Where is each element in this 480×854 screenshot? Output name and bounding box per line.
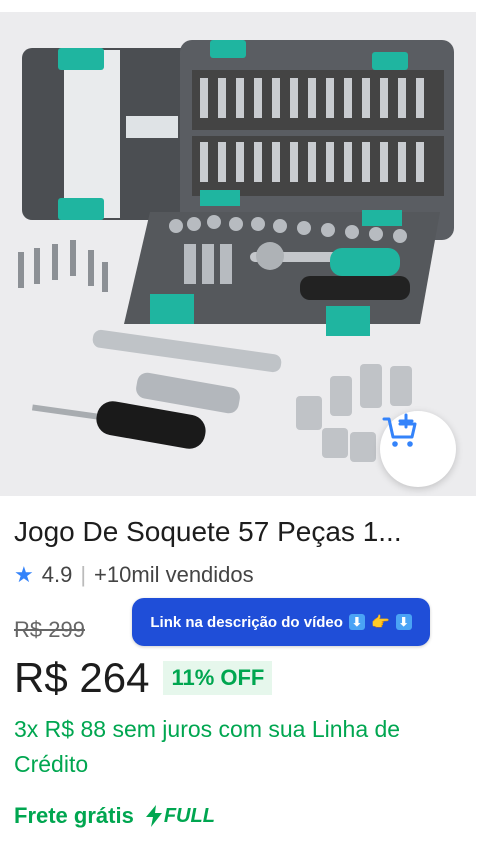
lightning-icon [145, 805, 162, 827]
full-badge: FULL [145, 804, 215, 828]
product-image[interactable] [0, 12, 476, 496]
promo-overlay-banner: Link na descrição do vídeo ⬇ 👉 ⬇ [132, 598, 430, 646]
add-to-cart-icon [382, 413, 417, 447]
installments-text: 3x R$ 88 sem juros com sua Linha de Créd… [14, 716, 401, 777]
rating-row: ★ 4.9 | +10mil vendidos [14, 562, 254, 588]
old-price: R$ 299 [14, 617, 85, 642]
full-label: FULL [163, 804, 215, 827]
add-to-cart-button[interactable] [380, 411, 456, 487]
current-price: R$ 264 [14, 654, 150, 701]
down-arrow-icon: ⬇ [395, 614, 412, 630]
shipping-row: Frete grátis FULL [14, 803, 215, 829]
free-shipping-label: Frete grátis [14, 803, 134, 828]
rating-value: 4.9 [41, 562, 73, 587]
product-title[interactable]: Jogo De Soquete 57 Peças 1... [14, 516, 470, 548]
promo-text: Link na descrição do vídeo [150, 613, 343, 631]
pointing-hand-icon: 👉 [370, 614, 390, 631]
rating-separator: | [80, 562, 87, 587]
sold-count: +10mil vendidos [94, 562, 254, 587]
price-row: R$ 264 11% OFF [14, 654, 273, 702]
star-icon: ★ [14, 562, 34, 587]
discount-badge: 11% OFF [163, 661, 273, 695]
down-arrow-icon: ⬇ [348, 614, 365, 630]
